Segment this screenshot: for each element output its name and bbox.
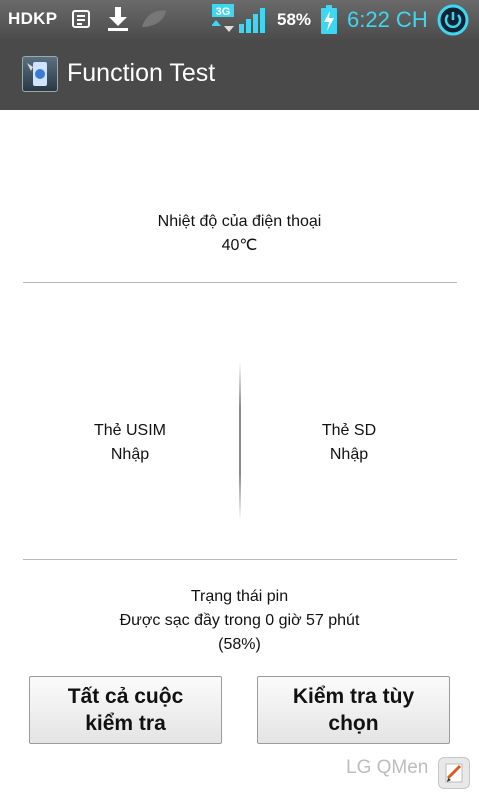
divider-bottom — [23, 559, 457, 560]
status-bar: HDKP 3G 58% 6:22 CH — [0, 0, 479, 39]
battery-status-label: Trạng thái pin — [190, 588, 289, 605]
power-icon[interactable] — [437, 4, 469, 41]
usim-status: Nhập — [110, 446, 150, 463]
usim-label: Thẻ USIM — [93, 422, 166, 439]
download-icon — [106, 6, 130, 37]
battery-charge-detail: Được sạc đầy trong 0 giờ 57 phút — [119, 612, 360, 629]
leaf-icon — [140, 9, 168, 34]
all-tests-button[interactable]: Tất cả cuộc kiểm tra — [29, 676, 222, 744]
signal-icon — [238, 4, 270, 39]
qmemo-icon[interactable] — [438, 757, 470, 789]
battery-section: Trạng thái pin Được sạc đầy trong 0 giờ … — [0, 585, 479, 657]
qmemo-watermark: LG QMen — [346, 757, 429, 778]
usim-section: Thẻ USIM Nhập — [30, 419, 230, 467]
network-type-icon: 3G — [211, 4, 236, 39]
notes-icon — [72, 10, 90, 33]
all-tests-button-label: Tất cả cuộc kiểm tra — [67, 685, 184, 735]
action-bar: Function Test — [0, 39, 479, 110]
sd-status: Nhập — [329, 446, 369, 463]
custom-test-button[interactable]: Kiểm tra tùy chọn — [257, 676, 450, 744]
clock: 6:22 CH — [347, 7, 428, 32]
carrier-label: HDKP — [8, 9, 58, 28]
phone-temperature-value: 40℃ — [221, 237, 258, 254]
app-title: Function Test — [67, 59, 216, 87]
sd-label: Thẻ SD — [321, 422, 377, 439]
divider-top — [23, 282, 457, 283]
battery-charging-icon — [320, 5, 338, 40]
phone-temperature-section: Nhiệt độ của điện thoại 40℃ — [0, 210, 479, 258]
app-icon — [22, 56, 58, 92]
network-type-label: 3G — [216, 6, 231, 18]
vertical-divider — [239, 362, 241, 520]
battery-charge-percent: (58%) — [218, 636, 261, 653]
battery-percent: 58% — [277, 10, 312, 29]
phone-temperature-label: Nhiệt độ của điện thoại — [157, 213, 322, 230]
custom-test-button-label: Kiểm tra tùy chọn — [292, 685, 415, 735]
sd-section: Thẻ SD Nhập — [249, 419, 449, 467]
